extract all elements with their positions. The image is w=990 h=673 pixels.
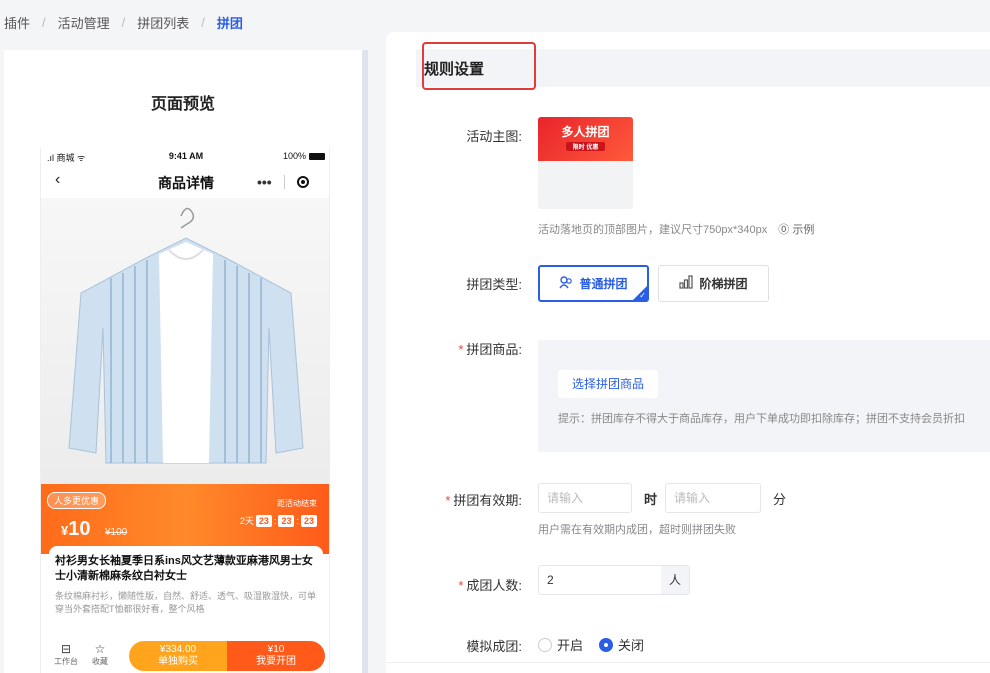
shirt-illustration [68, 207, 304, 464]
preview-panel: 页面预览 .ıl 商城 ᯤ 9:41 AM 100% ‹ 商品详情 ••• 人多… [4, 50, 362, 673]
highlight-annotation [422, 42, 536, 90]
main-image-thumbnail: 多人拼团 限时 优惠 [538, 117, 633, 161]
main-image-upload[interactable]: 多人拼团 限时 优惠 [538, 117, 633, 209]
group-goods-box: 选择拼团商品 提示：拼团库存不得大于商品库存，用户下单成功即扣除库存；拼团不支持… [538, 340, 990, 452]
phone-navbar: ‹ 商品详情 ••• [41, 168, 329, 198]
minutes-unit: 分 [773, 492, 787, 507]
phone-bottom-bar: ⊟ 工作台 ☆ 收藏 ¥334.00 单独购买 ¥10 我要开团 [41, 636, 329, 673]
required-mark: * [458, 342, 464, 357]
simulate-radio-group: 开启 关闭 [538, 635, 644, 654]
preview-title: 页面预览 [150, 96, 215, 113]
group-size-input[interactable]: 2 人 [538, 565, 690, 595]
check-icon: ✓ [639, 291, 646, 300]
breadcrumb-separator: / [42, 14, 46, 30]
star-icon: ☆ [94, 642, 106, 656]
single-buy-button: ¥334.00 单独购买 [129, 641, 227, 671]
group-size-unit: 人 [661, 566, 689, 594]
rules-form: 规则设置 活动主图: 多人拼团 限时 优惠 活动落地页的顶部图片，建议尺寸750… [386, 32, 990, 673]
validity-hours-input[interactable]: 请输入 [538, 483, 632, 513]
battery-percent: 100% [282, 151, 306, 161]
start-group-button: ¥10 我要开团 [227, 641, 325, 671]
breadcrumb-item-activity[interactable]: 活动管理 [58, 13, 110, 32]
product-description: 条纹棉麻衬衫，懒随性版，自然、舒适、透气、吸湿散湿快，可单穿当外套搭配T恤都很好… [55, 591, 317, 614]
store-icon: ⊟ [60, 642, 72, 656]
buy-buttons: ¥334.00 单独购买 ¥10 我要开团 [129, 641, 325, 671]
main-image-label: 活动主图: [466, 129, 522, 144]
favorite-tab: ☆ 收藏 [85, 642, 115, 667]
workbench-tab: ⊟ 工作台 [51, 642, 81, 667]
more-dots-icon: ••• [257, 174, 272, 190]
validity-hint: 用户需在有效期内成团，超时则拼团失败 [538, 524, 736, 536]
group-size-label: * 成团人数: [458, 578, 522, 593]
simulate-off-radio[interactable]: 关闭 [599, 635, 644, 654]
required-mark: * [445, 493, 451, 508]
breadcrumb-item-plugins[interactable]: 插件 [4, 13, 30, 32]
breadcrumb-separator: / [121, 14, 126, 30]
group-goods-label: * 拼团商品: [458, 342, 522, 357]
group-type-normal[interactable]: 普通拼团 ✓ [538, 265, 649, 302]
hours-unit: 时 [644, 492, 658, 507]
phone-statusbar: .ıl 商城 ᯤ 9:41 AM 100% [41, 148, 329, 168]
promo-banner: 人多更优惠 ¥10 ¥100 距活动结束 2天 23: 23: 23 [41, 484, 329, 554]
miniapp-capsule: ••• [253, 172, 313, 192]
group-price: ¥10 [61, 518, 91, 540]
close-target-icon [297, 176, 309, 188]
promo-tag: 人多更优惠 [47, 492, 107, 509]
original-price: ¥100 [105, 527, 128, 538]
main-image-hint: 活动落地页的顶部图片，建议尺寸750px*340px ⓪ 示例 [538, 224, 815, 236]
validity-minutes-input[interactable]: 请输入 [665, 483, 761, 513]
breadcrumb-item-group-list[interactable]: 拼团列表 [137, 13, 189, 32]
product-title: 衬衫男女长袖夏季日系ins风文艺薄款亚麻港风男士女士小清新棉麻条纹白衬女士 [55, 555, 313, 582]
simulate-on-radio[interactable]: 开启 [538, 635, 583, 654]
countdown-label: 距活动结束 [277, 499, 317, 508]
group-users-icon [559, 275, 573, 292]
breadcrumb-current: 拼团 [216, 15, 243, 31]
breadcrumb-separator: / [201, 14, 205, 30]
product-info-card: 衬衫男女长袖夏季日系ins风文艺薄款亚麻港风男士女士小清新棉麻条纹白衬女士 条纹… [49, 546, 323, 636]
battery-icon [309, 152, 325, 160]
group-type-label: 拼团类型: [466, 277, 522, 292]
group-type-tiered[interactable]: 阶梯拼团 [658, 265, 769, 302]
required-mark: * [458, 578, 464, 593]
group-goods-hint: 提示：拼团库存不得大于商品库存，用户下单成功即扣除库存；拼团不支持会员折扣 [558, 413, 965, 425]
countdown-timer: 2天 23: 23: 23 [240, 514, 317, 527]
select-goods-button[interactable]: 选择拼团商品 [558, 370, 659, 398]
bar-steps-icon [679, 275, 694, 292]
simulate-label: 模拟成团: [466, 639, 522, 654]
validity-label: * 拼团有效期: [445, 493, 522, 508]
phone-mockup: .ıl 商城 ᯤ 9:41 AM 100% ‹ 商品详情 ••• 人多更优惠 ¥… [40, 148, 330, 673]
preview-scrollbar[interactable] [362, 50, 368, 673]
example-link[interactable]: ⓪ 示例 [778, 224, 814, 236]
product-image [41, 198, 329, 484]
